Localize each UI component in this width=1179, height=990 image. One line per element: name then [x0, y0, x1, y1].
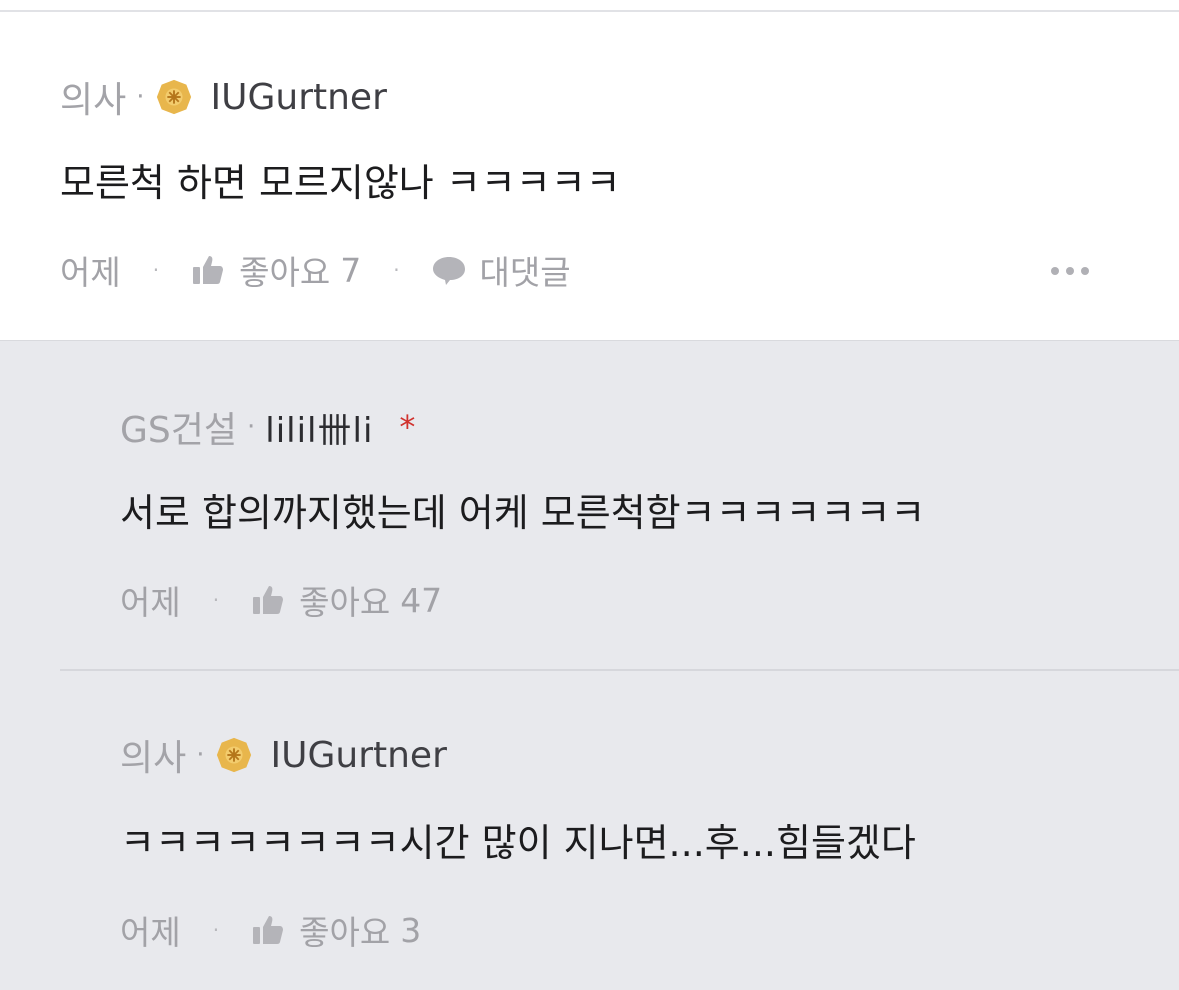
separator-dot: ·: [152, 258, 160, 282]
separator-dot: ·: [136, 82, 145, 112]
thumbs-up-icon: [253, 586, 284, 614]
separator-dot: ·: [393, 258, 400, 282]
reply-actions: 어제 · 좋아요 3: [120, 906, 421, 954]
separator-dot: ·: [212, 588, 220, 612]
author-marker: *: [399, 408, 416, 446]
author-nickname[interactable]: lilil卌li: [265, 403, 373, 452]
comment: 의사 · IUGurtner 모른척 하면 모르지않나 ㅋㅋㅋㅋㅋ 어제 · 좋…: [0, 12, 1179, 340]
comment-actions: 어제 · 좋아요 7 · 대댓글: [60, 246, 571, 294]
author-job: 의사: [60, 80, 127, 121]
like-label: 좋아요: [239, 253, 331, 292]
reply-label: 대댓글: [479, 253, 571, 292]
like-label: 좋아요: [299, 913, 391, 952]
reply-actions: 어제 · 좋아요 47: [120, 576, 442, 624]
like-button[interactable]: 좋아요 47: [251, 576, 442, 624]
author-nickname[interactable]: IUGurtner: [271, 735, 447, 776]
reply-author[interactable]: GS건설 · lilil卌li *: [120, 403, 416, 452]
comment-author[interactable]: 의사 · IUGurtner: [60, 74, 387, 122]
reply-time: 어제: [120, 583, 181, 622]
reply-text: 서로 합의까지했는데 어케 모른척함ㅋㅋㅋㅋㅋㅋㅋ: [120, 491, 926, 535]
reply-author[interactable]: 의사 · IUGurtner: [120, 732, 447, 780]
thumbs-up-icon: [193, 256, 224, 284]
separator-dot: ·: [212, 918, 220, 942]
like-button[interactable]: 좋아요 3: [251, 906, 421, 954]
comment-text: 모른척 하면 모르지않나 ㅋㅋㅋㅋㅋ: [60, 161, 621, 205]
author-job: GS건설: [120, 410, 237, 451]
author-nickname[interactable]: IUGurtner: [211, 77, 387, 118]
like-button[interactable]: 좋아요 7: [191, 246, 361, 294]
reply-button[interactable]: 대댓글: [432, 246, 571, 294]
author-job: 의사: [120, 738, 187, 779]
more-dots-icon[interactable]: [1051, 267, 1089, 275]
doctor-badge-icon: [156, 79, 191, 115]
comment-time: 어제: [60, 253, 121, 292]
divider: [0, 340, 1179, 341]
like-count: 3: [400, 910, 422, 950]
reply-time: 어제: [120, 913, 181, 952]
thumbs-up-icon: [253, 916, 284, 944]
speech-bubble-icon: [432, 257, 465, 285]
like-count: 7: [340, 250, 362, 290]
separator-dot: ·: [196, 740, 205, 770]
like-count: 47: [400, 580, 443, 620]
divider: [60, 669, 1179, 671]
reply-text: ㅋㅋㅋㅋㅋㅋㅋㅋ시간 많이 지나면...후...힘들겠다: [120, 821, 916, 865]
like-label: 좋아요: [299, 583, 391, 622]
replies-section: GS건설 · lilil卌li * 서로 합의까지했는데 어케 모른척함ㅋㅋㅋㅋ…: [0, 340, 1179, 990]
separator-dot: ·: [247, 412, 256, 442]
doctor-badge-icon: [216, 737, 251, 773]
